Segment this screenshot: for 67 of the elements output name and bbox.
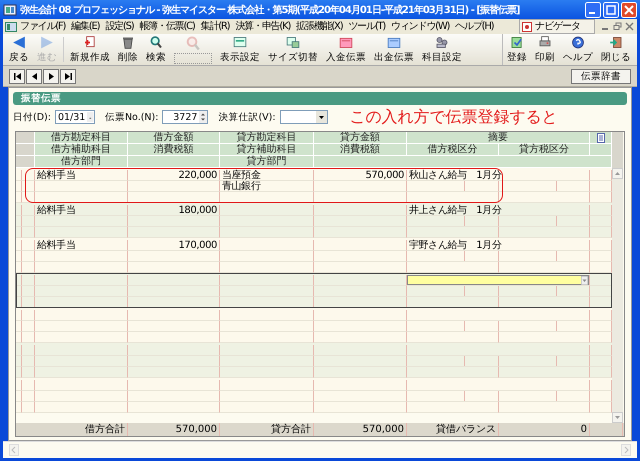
total-cell: 570,000	[128, 423, 220, 436]
print-button[interactable]: 印刷	[531, 34, 559, 65]
column-header: 借方補助科目	[35, 144, 128, 156]
back-button[interactable]: 戻る	[5, 34, 33, 65]
menu-item[interactable]: 拡張機能(X)	[293, 20, 346, 33]
column-header: 貸方税区分	[499, 144, 590, 156]
menu-item[interactable]: ファイル(F)	[17, 20, 68, 33]
column-header: 貸方金額	[314, 132, 407, 144]
field-label: 日付(D):	[13, 110, 51, 124]
total-cell: 貸方合計	[220, 423, 314, 436]
table-cell: 秋山さん給与 1月分	[407, 170, 590, 181]
column-header: 消費税額	[314, 144, 407, 156]
menu-item[interactable]: 集計(R)	[198, 20, 232, 33]
journal-row[interactable]: 給料手当 220,000 当座預金 570,000 秋山さん給与 1月分 青山銀行	[16, 168, 612, 203]
slip-number-field[interactable]: 3727	[162, 110, 208, 124]
menu-item[interactable]: 決算・申告(K)	[232, 20, 294, 33]
table-cell: 宇野さん給与 1月分	[407, 240, 590, 251]
window-title: 弥生会計 08 プロフェッショナル - 弥生マイスター 株式会社・第5期(平成20年04月01日-平成21年03月31日) - [振替伝票]	[19, 3, 521, 16]
menu-item[interactable]: 帳簿・伝票(C)	[136, 20, 198, 33]
table-cell: 給料手当	[35, 170, 128, 181]
column-header: 借方部門	[35, 156, 128, 168]
column-header: 借方税区分	[407, 144, 499, 156]
table-cell: 570,000	[314, 170, 407, 181]
table-cell: 給料手当	[35, 205, 128, 216]
menu-item[interactable]: 編集(E)	[68, 20, 102, 33]
slip-dictionary-button[interactable]: 伝票辞書	[571, 68, 631, 84]
column-header: 消費税額	[128, 144, 220, 156]
menu-item[interactable]: ヘルプ(H)	[452, 20, 496, 33]
close-button[interactable]: 閉じる	[597, 34, 635, 65]
total-cell: 570,000	[314, 423, 407, 436]
field-label: 伝票No.(N):	[104, 110, 158, 124]
display-button[interactable]: 表示設定	[216, 34, 264, 65]
field-label: 決算仕訳(V):	[218, 110, 276, 124]
register-button[interactable]: 登録	[503, 34, 531, 65]
column-header: 借方金額	[128, 132, 220, 144]
receipt-button[interactable]: 入金伝票	[322, 34, 370, 65]
date-field[interactable]: 01/31	[54, 110, 95, 124]
column-header: 摘要	[407, 132, 590, 144]
menu-item[interactable]: ウィンドウ(W)	[388, 20, 452, 33]
journal-row[interactable]: 給料手当 170,000 宇野さん給与 1月分	[16, 238, 612, 273]
new-button[interactable]: 新規作成	[66, 34, 114, 65]
total-cell: 借方合計	[16, 423, 128, 436]
slip-title: 振替伝票	[13, 92, 627, 105]
menu-item[interactable]: 設定(S)	[102, 20, 136, 33]
table-cell: 当座預金	[220, 170, 314, 181]
column-header: 借方勘定科目	[35, 132, 128, 144]
total-cell: 0	[499, 423, 590, 436]
help-button[interactable]: ヘルプ	[559, 34, 597, 65]
table-cell: 220,000	[128, 170, 220, 181]
column-header: 貸方勘定科目	[220, 132, 314, 144]
delete-button[interactable]: 削除	[114, 34, 142, 65]
accounts-button[interactable]: 科目設定	[418, 34, 466, 65]
annotation-text: この入れ方で伝票登録すると	[350, 106, 558, 128]
table-cell: 給料手当	[35, 240, 128, 251]
resize-button[interactable]: サイズ切替	[264, 34, 322, 65]
menu-item[interactable]: ツール(T)	[345, 20, 388, 33]
payment-button[interactable]: 出金伝票	[370, 34, 418, 65]
total-cell: 貸借バランス	[407, 423, 499, 436]
column-header: 貸方補助科目	[220, 144, 314, 156]
journal-row[interactable]: 給料手当 180,000 井上さん給与 1月分	[16, 203, 612, 238]
search-button[interactable]: 検索	[142, 34, 170, 65]
navigator-button[interactable]: ナビゲータ	[519, 19, 595, 34]
column-header: 貸方部門	[220, 156, 314, 168]
table-cell: 170,000	[128, 240, 220, 251]
table-cell: 青山銀行	[220, 181, 314, 192]
table-cell: 180,000	[128, 205, 220, 216]
table-cell: 井上さん給与 1月分	[407, 205, 590, 216]
